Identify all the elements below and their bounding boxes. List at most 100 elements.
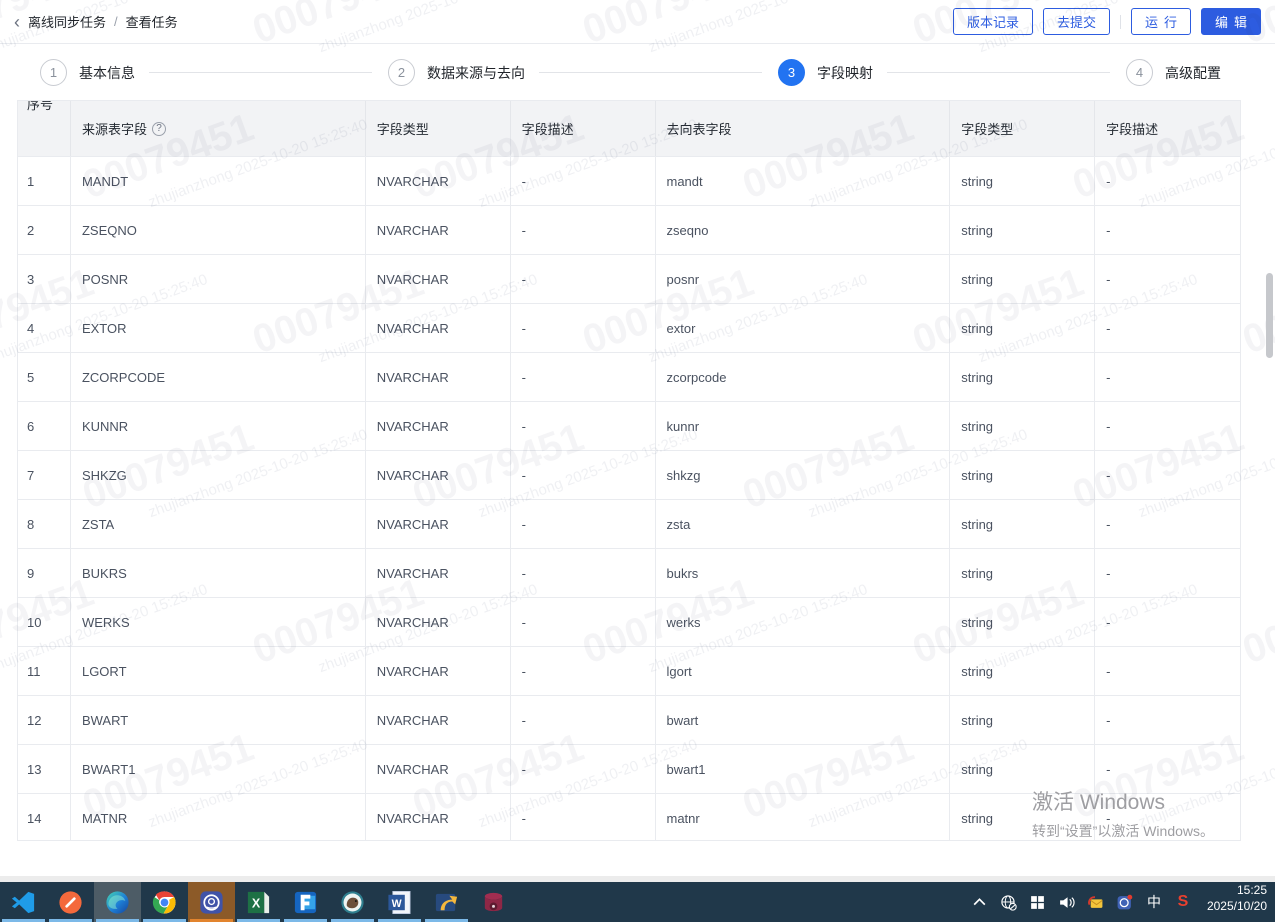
cell-target-desc: - bbox=[1095, 500, 1240, 548]
table-row: 2ZSEQNONVARCHAR-zseqnostring- bbox=[18, 205, 1240, 254]
column-header-6: 字段描述 bbox=[1095, 101, 1240, 156]
cell-source-type: NVARCHAR bbox=[366, 696, 511, 744]
go-submit-button[interactable]: 去提交 bbox=[1043, 8, 1110, 35]
taskbar-clock[interactable]: 15:25 2025/10/20 bbox=[1203, 882, 1275, 922]
cell-row-number: 14 bbox=[18, 794, 71, 841]
taskbar-vscode[interactable] bbox=[0, 882, 47, 922]
cell-row-number: 10 bbox=[18, 598, 71, 646]
chevron-up-icon[interactable] bbox=[970, 892, 990, 912]
cell-target-type: string bbox=[950, 255, 1095, 303]
mail-icon[interactable] bbox=[1086, 892, 1106, 912]
cell-target-desc: - bbox=[1095, 647, 1240, 695]
network-globe-icon[interactable] bbox=[999, 892, 1019, 912]
table-row: 6KUNNRNVARCHAR-kunnrstring- bbox=[18, 401, 1240, 450]
taskbar-sync-tool[interactable] bbox=[188, 882, 235, 922]
cell-source-type: NVARCHAR bbox=[366, 549, 511, 597]
cell-source-field: SHKZG bbox=[71, 451, 366, 499]
notification-app-icon[interactable] bbox=[1115, 892, 1135, 912]
cell-target-type: string bbox=[950, 500, 1095, 548]
cell-source-field: ZSTA bbox=[71, 500, 366, 548]
cell-source-field: MATNR bbox=[71, 794, 366, 841]
cell-target-type: string bbox=[950, 304, 1095, 352]
cell-source-desc: - bbox=[511, 549, 656, 597]
cell-source-field: EXTOR bbox=[71, 304, 366, 352]
cell-row-number: 8 bbox=[18, 500, 71, 548]
step-3[interactable]: 3字段映射 bbox=[778, 59, 887, 86]
cell-source-desc: - bbox=[511, 206, 656, 254]
cell-target-field: lgort bbox=[656, 647, 951, 695]
column-header-2: 字段类型 bbox=[366, 101, 511, 156]
cell-target-desc: - bbox=[1095, 353, 1240, 401]
taskbar-chrome[interactable] bbox=[141, 882, 188, 922]
cell-source-field: POSNR bbox=[71, 255, 366, 303]
taskbar-arrow-app[interactable] bbox=[423, 882, 470, 922]
vscode-icon bbox=[10, 889, 37, 916]
taskbar-word[interactable]: W bbox=[376, 882, 423, 922]
watermark-tile: 00079451zhujianzhong 2025-10-20 15:25:40 bbox=[1237, 533, 1275, 695]
step-1[interactable]: 1基本信息 bbox=[40, 59, 149, 86]
step-number: 1 bbox=[40, 59, 67, 86]
table-row: 4EXTORNVARCHAR-extorstring- bbox=[18, 303, 1240, 352]
help-icon[interactable]: ? bbox=[152, 122, 166, 136]
cell-target-desc: - bbox=[1095, 157, 1240, 205]
step-number: 3 bbox=[778, 59, 805, 86]
cell-target-type: string bbox=[950, 157, 1095, 205]
windows-taskbar: XW 中S 15:25 2025/10/20 bbox=[0, 882, 1275, 922]
cell-source-desc: - bbox=[511, 402, 656, 450]
vertical-scrollbar-thumb[interactable] bbox=[1266, 273, 1273, 358]
column-header-3: 字段描述 bbox=[511, 101, 656, 156]
breadcrumb-parent[interactable]: 离线同步任务 bbox=[28, 12, 106, 31]
version-history-button[interactable]: 版本记录 bbox=[953, 8, 1033, 35]
arrow-app-icon bbox=[433, 889, 460, 916]
step-connector bbox=[539, 72, 762, 73]
cell-source-field: WERKS bbox=[71, 598, 366, 646]
cell-target-desc: - bbox=[1095, 255, 1240, 303]
sogou-icon[interactable]: S bbox=[1173, 892, 1193, 912]
run-button[interactable]: 运行 bbox=[1131, 8, 1191, 35]
cell-target-field: zseqno bbox=[656, 206, 951, 254]
cell-target-field: werks bbox=[656, 598, 951, 646]
ime-zh-indicator[interactable]: 中 bbox=[1144, 892, 1164, 912]
back-chevron-icon[interactable]: ‹ bbox=[14, 13, 20, 31]
step-4[interactable]: 4高级配置 bbox=[1126, 59, 1235, 86]
dbeaver-icon bbox=[339, 889, 366, 916]
cell-source-type: NVARCHAR bbox=[366, 598, 511, 646]
cell-target-field: bwart1 bbox=[656, 745, 951, 793]
table-row: 11LGORTNVARCHAR-lgortstring- bbox=[18, 646, 1240, 695]
cell-target-type: string bbox=[950, 696, 1095, 744]
taskbar-dbeaver[interactable] bbox=[329, 882, 376, 922]
column-header-label: 字段描述 bbox=[1106, 119, 1158, 138]
taskbar-apps: XW bbox=[0, 882, 517, 922]
cell-target-type: string bbox=[950, 451, 1095, 499]
win-grid-icon[interactable] bbox=[1028, 892, 1048, 912]
column-header-label: 来源表字段 bbox=[82, 119, 147, 138]
taskbar-blue-f-app[interactable] bbox=[282, 882, 329, 922]
cell-source-type: NVARCHAR bbox=[366, 745, 511, 793]
top-bar: ‹ 离线同步任务 / 查看任务 版本记录 去提交 运行 编辑 bbox=[0, 0, 1275, 44]
taskbar-database-app[interactable] bbox=[470, 882, 517, 922]
cell-target-type: string bbox=[950, 402, 1095, 450]
volume-icon[interactable] bbox=[1057, 892, 1077, 912]
breadcrumb-separator: / bbox=[114, 14, 118, 29]
cell-target-desc: - bbox=[1095, 696, 1240, 744]
taskbar-excel[interactable]: X bbox=[235, 882, 282, 922]
cell-source-desc: - bbox=[511, 304, 656, 352]
column-header-4: 去向表字段 bbox=[656, 101, 951, 156]
step-2[interactable]: 2数据来源与去向 bbox=[388, 59, 539, 86]
cell-row-number: 12 bbox=[18, 696, 71, 744]
cell-source-type: NVARCHAR bbox=[366, 206, 511, 254]
table-header-row: 序号来源表字段?字段类型字段描述去向表字段字段类型字段描述 bbox=[18, 101, 1240, 156]
cell-source-type: NVARCHAR bbox=[366, 500, 511, 548]
table-row: 10WERKSNVARCHAR-werksstring- bbox=[18, 597, 1240, 646]
table-row: 9BUKRSNVARCHAR-bukrsstring- bbox=[18, 548, 1240, 597]
cell-target-desc: - bbox=[1095, 206, 1240, 254]
cell-source-desc: - bbox=[511, 500, 656, 548]
column-header-label: 序号 bbox=[27, 101, 53, 113]
taskbar-edge[interactable] bbox=[94, 882, 141, 922]
step-number: 2 bbox=[388, 59, 415, 86]
edit-button[interactable]: 编辑 bbox=[1201, 8, 1261, 35]
cell-source-desc: - bbox=[511, 255, 656, 303]
column-header-1: 来源表字段? bbox=[71, 101, 366, 156]
step-label: 高级配置 bbox=[1165, 63, 1221, 83]
taskbar-pen-app[interactable] bbox=[47, 882, 94, 922]
